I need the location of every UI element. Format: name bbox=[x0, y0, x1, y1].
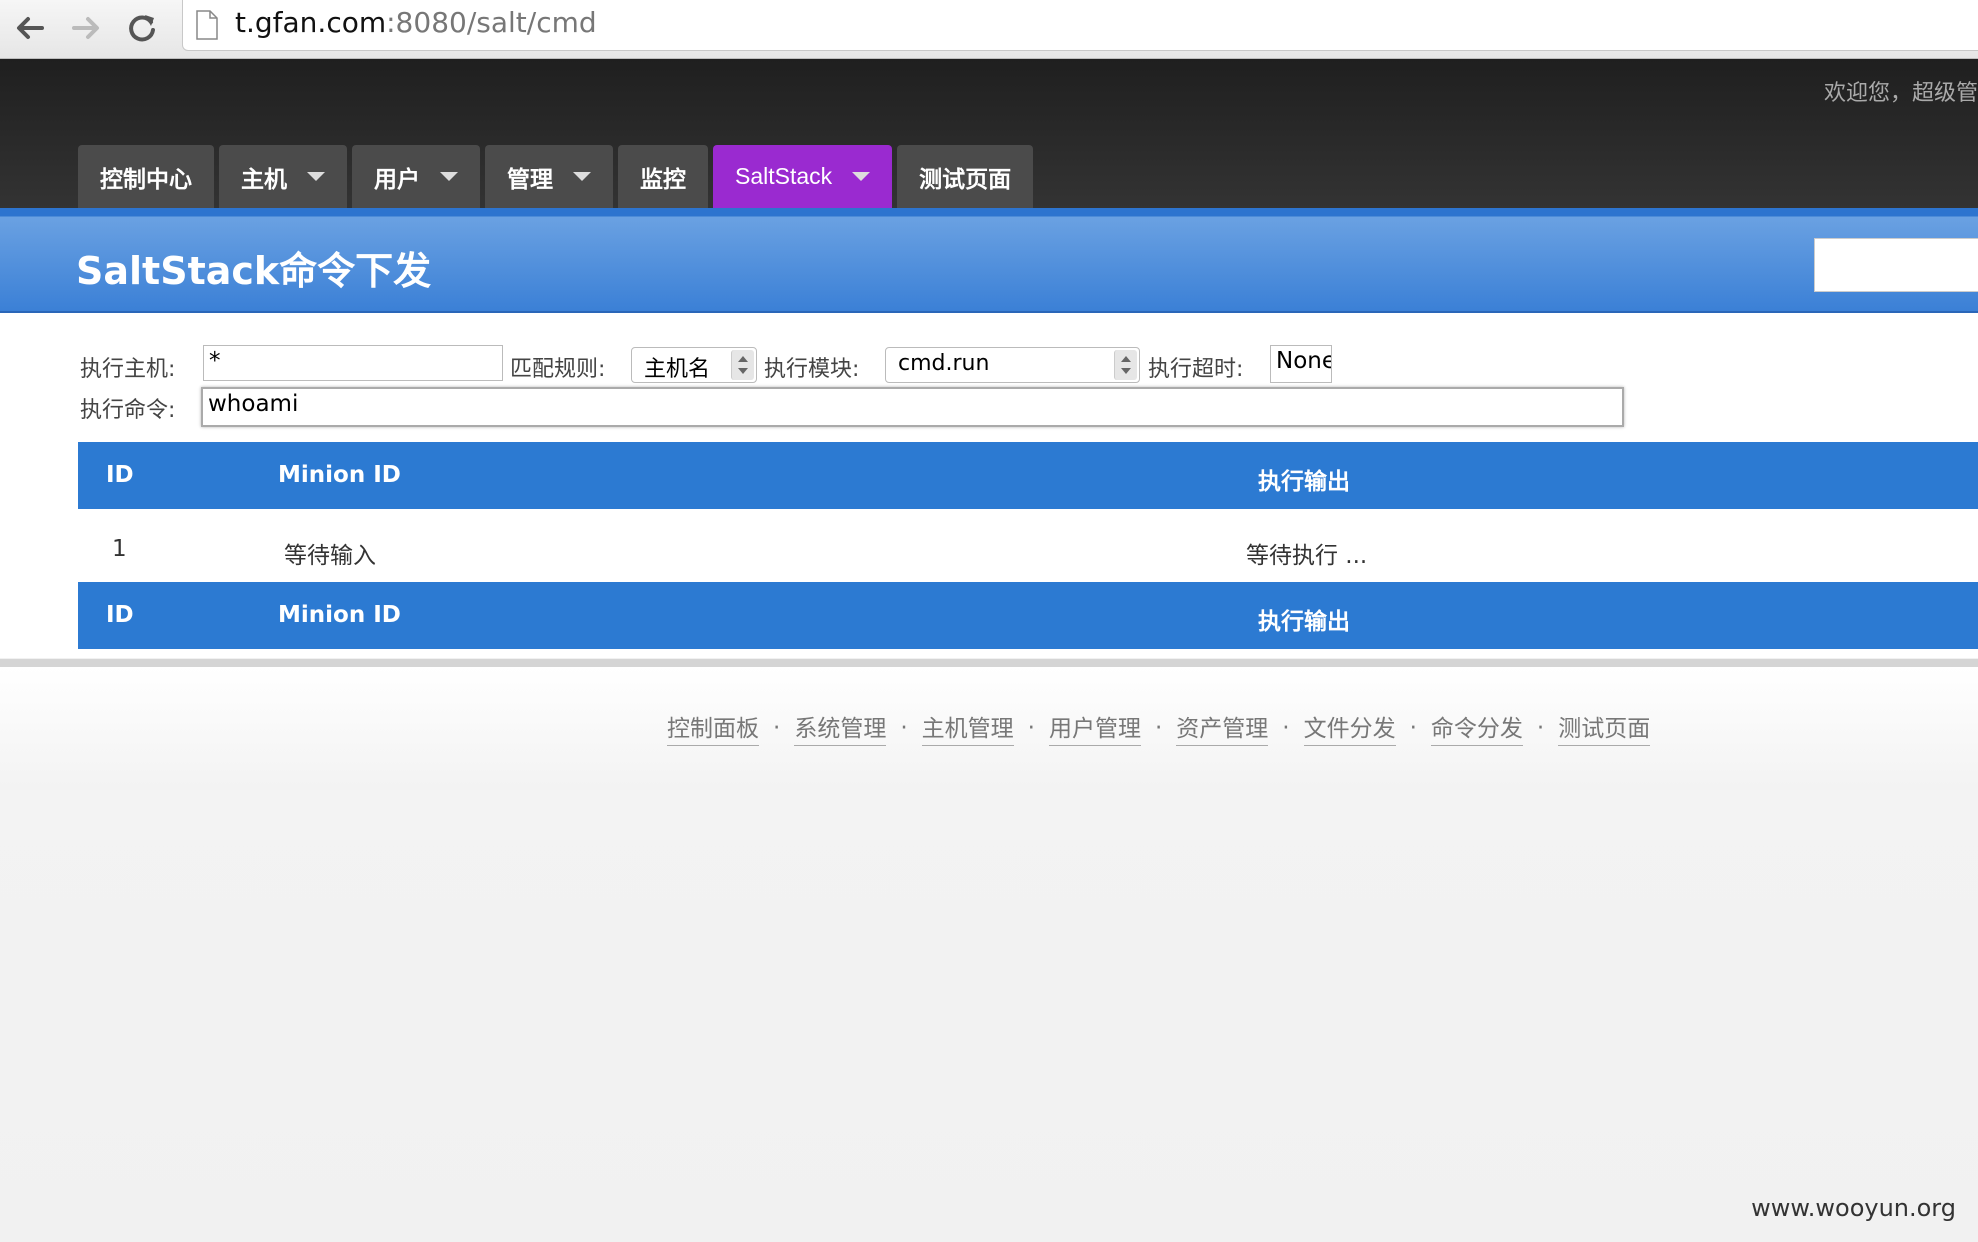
menu-item-label: 监控 bbox=[640, 166, 686, 193]
page-title: SaltStack命令下发 bbox=[76, 249, 432, 293]
menu-item-saltstack[interactable]: SaltStack bbox=[713, 145, 893, 208]
forward-arrow-icon[interactable] bbox=[64, 6, 108, 50]
url-rest: :8080/salt/cmd bbox=[386, 6, 597, 39]
select-arrows-icon bbox=[1114, 350, 1137, 380]
column-header-minion-id[interactable]: Minion ID bbox=[278, 462, 401, 488]
column-header-id[interactable]: ID bbox=[106, 462, 134, 488]
menu-item-label: 用户 bbox=[374, 166, 420, 193]
url-text: t.gfan.com:8080/salt/cmd bbox=[235, 6, 597, 39]
menu-item-user[interactable]: 用户 bbox=[352, 145, 480, 208]
match-select[interactable]: 主机名 bbox=[631, 347, 757, 383]
menu-item-host[interactable]: 主机 bbox=[219, 145, 347, 208]
menu-item-manage[interactable]: 管理 bbox=[485, 145, 613, 208]
footer-link-hosts[interactable]: 主机管理 bbox=[921, 709, 1014, 746]
column-footer-minion-id: Minion ID bbox=[278, 602, 401, 628]
footer-link-system[interactable]: 系统管理 bbox=[794, 709, 887, 746]
page-banner: SaltStack命令下发 bbox=[0, 208, 1978, 313]
menu-item-label: 测试页面 bbox=[919, 166, 1012, 193]
footer-separator: · bbox=[1154, 714, 1163, 741]
select-arrows-icon bbox=[731, 350, 754, 380]
watermark: www.wooyun.org bbox=[1751, 1194, 1956, 1222]
caret-down-icon bbox=[573, 172, 591, 181]
module-label: 执行模块: bbox=[764, 357, 860, 382]
menu-item-label: 管理 bbox=[507, 166, 553, 193]
caret-down-icon bbox=[307, 172, 325, 181]
host-label: 执行主机: bbox=[80, 357, 176, 382]
module-select[interactable]: cmd.run bbox=[885, 347, 1140, 383]
welcome-text: 欢迎您，超级管 bbox=[1823, 81, 1978, 106]
caret-down-icon bbox=[852, 172, 871, 181]
caret-down-icon bbox=[440, 172, 458, 181]
table-header: ID Minion ID 执行输出 bbox=[78, 442, 1978, 509]
browser-toolbar: t.gfan.com:8080/salt/cmd bbox=[0, 0, 1978, 59]
menu-item-dashboard[interactable]: 控制中心 bbox=[78, 145, 214, 208]
top-header: 欢迎您，超级管 控制中心 主机 用户 管理 监控 SaltStack 测试页面 bbox=[0, 59, 1978, 208]
page-icon bbox=[195, 10, 219, 44]
timeout-label: 执行超时: bbox=[1148, 357, 1244, 382]
footer-separator: · bbox=[900, 714, 908, 741]
module-select-value: cmd.run bbox=[898, 351, 990, 376]
menu-item-label: 控制中心 bbox=[100, 166, 192, 193]
match-select-value: 主机名 bbox=[644, 357, 711, 382]
match-label: 匹配规则: bbox=[510, 357, 606, 382]
footer-links: 控制面板 · 系统管理 · 主机管理 · 用户管理 · 资产管理 · 文件分发 … bbox=[667, 709, 1651, 746]
address-bar[interactable]: t.gfan.com:8080/salt/cmd bbox=[182, 0, 1978, 51]
cell-minion: 等待输入 bbox=[284, 543, 376, 569]
page-footer: 控制面板 · 系统管理 · 主机管理 · 用户管理 · 资产管理 · 文件分发 … bbox=[0, 667, 1978, 1242]
table-footer: ID Minion ID 执行输出 bbox=[78, 582, 1978, 649]
column-header-output[interactable]: 执行输出 bbox=[1258, 462, 1350, 496]
footer-separator: · bbox=[1409, 714, 1417, 741]
command-label: 执行命令: bbox=[80, 398, 176, 423]
host-input[interactable]: * bbox=[203, 345, 503, 381]
footer-link-test-page[interactable]: 测试页面 bbox=[1558, 709, 1651, 746]
menu-item-label: 主机 bbox=[241, 166, 287, 193]
main-menu: 控制中心 主机 用户 管理 监控 SaltStack 测试页面 bbox=[78, 145, 1038, 208]
footer-link-cmd-dist[interactable]: 命令分发 bbox=[1430, 709, 1523, 746]
url-host: t.gfan.com bbox=[235, 6, 387, 39]
menu-item-test-page[interactable]: 测试页面 bbox=[897, 145, 1034, 208]
footer-separator: · bbox=[773, 714, 781, 741]
footer-link-assets[interactable]: 资产管理 bbox=[1176, 709, 1269, 746]
footer-link-users[interactable]: 用户管理 bbox=[1048, 709, 1141, 746]
footer-separator: · bbox=[1282, 714, 1290, 741]
menu-item-monitor[interactable]: 监控 bbox=[618, 145, 708, 208]
column-footer-output: 执行输出 bbox=[1258, 609, 1350, 635]
search-input[interactable] bbox=[1814, 238, 1978, 292]
footer-link-file-dist[interactable]: 文件分发 bbox=[1303, 709, 1396, 746]
footer-separator: · bbox=[1027, 714, 1035, 741]
cell-output: 等待执行 ... bbox=[1246, 543, 1368, 569]
table-row: 1 等待输入 等待执行 ... bbox=[78, 518, 1978, 582]
divider bbox=[0, 659, 1978, 667]
back-arrow-icon[interactable] bbox=[8, 6, 52, 50]
footer-separator: · bbox=[1536, 714, 1545, 741]
column-footer-id: ID bbox=[106, 602, 134, 628]
menu-item-label: SaltStack bbox=[735, 163, 833, 189]
timeout-input[interactable]: None bbox=[1270, 345, 1332, 383]
command-input[interactable]: whoami bbox=[201, 387, 1624, 427]
reload-icon[interactable] bbox=[120, 6, 164, 50]
cell-id: 1 bbox=[112, 536, 127, 562]
footer-link-dashboard[interactable]: 控制面板 bbox=[667, 709, 759, 746]
